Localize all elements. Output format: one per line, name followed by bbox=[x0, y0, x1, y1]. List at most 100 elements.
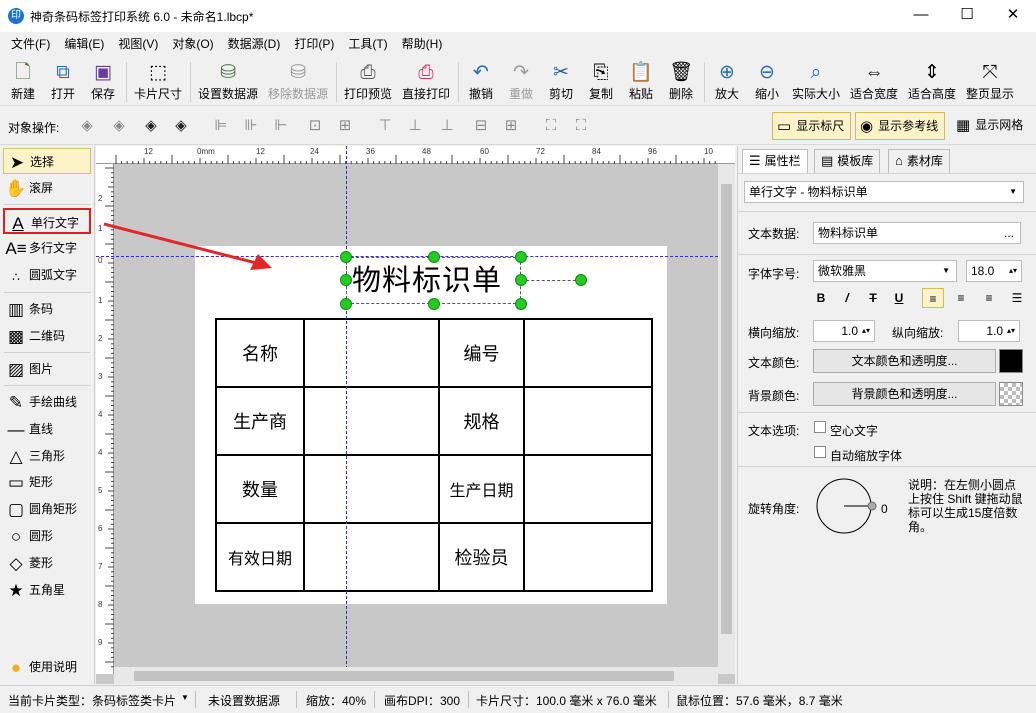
show-ruler-toggle[interactable]: ▭ 显示标尺 bbox=[772, 112, 852, 140]
align-left-button[interactable]: ≡ bbox=[922, 288, 944, 308]
tab-properties[interactable]: ☰ 属性栏 bbox=[742, 149, 808, 174]
justify-button[interactable]: ☰ bbox=[1006, 288, 1028, 308]
send-backward-icon[interactable]: ◈ bbox=[108, 116, 130, 136]
resize-handle-left[interactable] bbox=[340, 274, 352, 286]
align-center-icon[interactable]: ⊪ bbox=[240, 116, 262, 136]
undo-button[interactable]: ↶ 撤销 bbox=[464, 60, 498, 104]
tool-triangle[interactable]: △ 三角形 bbox=[3, 443, 91, 469]
minimize-button[interactable]: — bbox=[898, 0, 944, 32]
menu-file[interactable]: 文件(F) bbox=[4, 33, 57, 55]
tool-diamond[interactable]: ◇ 菱形 bbox=[3, 550, 91, 576]
tool-round-rectangle[interactable]: ▢ 圆角矩形 bbox=[3, 496, 91, 522]
card-size-button[interactable]: ⬚ 卡片尺寸 bbox=[132, 60, 184, 104]
tool-star[interactable]: ★ 五角星 bbox=[3, 577, 91, 603]
resize-handle-right[interactable] bbox=[515, 274, 527, 286]
underline-button[interactable]: U bbox=[888, 288, 910, 308]
fit-width-button[interactable]: ⇔ 适合宽度 bbox=[848, 60, 900, 104]
tool-qrcode[interactable]: ▩ 二维码 bbox=[3, 323, 91, 349]
tool-rectangle[interactable]: ▭ 矩形 bbox=[3, 469, 91, 495]
auto-shrink-checkbox[interactable] bbox=[814, 446, 826, 458]
space-horizontal-icon[interactable]: ⊞ bbox=[334, 116, 356, 136]
send-to-back-icon[interactable]: ◈ bbox=[170, 116, 192, 136]
object-select-dropdown[interactable]: 单行文字 - 物料标识单 ▼ bbox=[744, 181, 1024, 203]
tool-single-line-text[interactable]: A 单行文字 bbox=[3, 208, 91, 234]
label-table[interactable]: 名称 编号 生产商 规格 数量 生产日期 有效日期 检验员 bbox=[215, 318, 653, 592]
font-size-input[interactable]: 18.0 ▴▾ bbox=[966, 260, 1022, 282]
resize-handle-bottom-left[interactable] bbox=[340, 298, 352, 310]
align-middle-icon[interactable]: ⊥ bbox=[404, 116, 426, 136]
tool-scroll[interactable]: ✋ 滚屏 bbox=[3, 175, 91, 201]
zoom-in-button[interactable]: ⊕ 放大 bbox=[710, 60, 744, 104]
remove-datasource-button[interactable]: ⛁ 移除数据源 bbox=[266, 60, 330, 104]
bring-forward-icon[interactable]: ◈ bbox=[76, 116, 98, 136]
menu-edit[interactable]: 编辑(E) bbox=[57, 33, 111, 55]
tool-circle[interactable]: ○ 圆形 bbox=[3, 523, 91, 549]
resize-handle-bottom-right[interactable] bbox=[515, 298, 527, 310]
cut-button[interactable]: ✂ 剪切 bbox=[544, 60, 578, 104]
resize-handle-top[interactable] bbox=[428, 251, 440, 263]
tool-multi-line-text[interactable]: A≡ 多行文字 bbox=[3, 235, 91, 261]
chevron-down-icon[interactable]: ▼ bbox=[181, 693, 189, 702]
vertical-guide-line[interactable] bbox=[346, 146, 347, 684]
menu-datasource[interactable]: 数据源(D) bbox=[221, 33, 288, 55]
spinner-icon[interactable]: ▴▾ bbox=[1009, 261, 1017, 281]
tool-image[interactable]: ▨ 图片 bbox=[3, 356, 91, 382]
vertical-scrollbar-thumb[interactable] bbox=[721, 184, 732, 634]
actual-size-button[interactable]: ⌕ 实际大小 bbox=[790, 60, 842, 104]
fit-height-button[interactable]: ⇕ 适合高度 bbox=[906, 60, 958, 104]
spinner-icon[interactable]: ▴▾ bbox=[862, 321, 870, 341]
new-button[interactable]: 🗋 新建 bbox=[6, 60, 40, 104]
fit-page-button[interactable]: ⤧ 整页显示 bbox=[964, 60, 1016, 104]
text-data-input[interactable]: 物料标识单... bbox=[813, 222, 1021, 244]
rotation-handle[interactable] bbox=[575, 274, 587, 286]
hollow-text-checkbox[interactable] bbox=[814, 421, 826, 433]
maximize-button[interactable]: ☐ bbox=[944, 0, 990, 32]
horizontal-scrollbar[interactable] bbox=[114, 667, 718, 684]
align-right-button[interactable]: ≡ bbox=[978, 288, 1000, 308]
show-grid-toggle[interactable]: ▦ 显示网格 bbox=[952, 112, 1029, 140]
menu-view[interactable]: 视图(V) bbox=[111, 33, 165, 55]
h-scale-input[interactable]: 1.0 ▴▾ bbox=[813, 320, 875, 342]
close-button[interactable]: ✕ bbox=[990, 0, 1036, 32]
help-button[interactable]: ● 使用说明 bbox=[3, 654, 91, 680]
tool-barcode[interactable]: ▥ 条码 bbox=[3, 296, 91, 322]
bg-color-swatch[interactable] bbox=[999, 382, 1023, 406]
tool-line[interactable]: — 直线 bbox=[3, 416, 91, 442]
show-guides-toggle[interactable]: ◉ 显示参考线 bbox=[855, 112, 946, 140]
more-button[interactable]: ... bbox=[1004, 223, 1014, 243]
distribute-vertical-icon[interactable]: ⊟ bbox=[470, 116, 492, 136]
align-center-button[interactable]: ≡ bbox=[950, 288, 972, 308]
tab-templates[interactable]: ▤ 模板库 bbox=[814, 149, 881, 173]
group-icon[interactable]: ⛶ bbox=[540, 116, 562, 136]
menu-print[interactable]: 打印(P) bbox=[287, 33, 341, 55]
bring-to-front-icon[interactable]: ◈ bbox=[140, 116, 162, 136]
menu-object[interactable]: 对象(O) bbox=[165, 33, 220, 55]
bg-color-button[interactable]: 背景颜色和透明度... bbox=[813, 382, 996, 406]
save-button[interactable]: ▣ 保存 bbox=[86, 60, 120, 104]
tab-materials[interactable]: ⌂ 素材库 bbox=[888, 149, 950, 173]
vertical-scrollbar[interactable] bbox=[718, 164, 735, 674]
font-name-select[interactable]: 微软雅黑 ▼ bbox=[813, 260, 957, 282]
tool-select[interactable]: ➤ 选择 bbox=[3, 148, 91, 174]
horizontal-scrollbar-thumb[interactable] bbox=[134, 671, 674, 681]
open-button[interactable]: ⧉ 打开 bbox=[46, 60, 80, 104]
delete-button[interactable]: 🗑 删除 bbox=[664, 60, 698, 104]
copy-button[interactable]: ⎘ 复制 bbox=[584, 60, 618, 104]
spinner-icon[interactable]: ▴▾ bbox=[1007, 321, 1015, 341]
align-right-icon[interactable]: ⊩ bbox=[270, 116, 292, 136]
resize-handle-top-left[interactable] bbox=[340, 251, 352, 263]
menu-tools[interactable]: 工具(T) bbox=[341, 33, 394, 55]
paste-button[interactable]: 📋 粘贴 bbox=[624, 60, 658, 104]
text-color-button[interactable]: 文本颜色和透明度... bbox=[813, 349, 996, 373]
ungroup-icon[interactable]: ⛶ bbox=[570, 116, 592, 136]
align-bottom-icon[interactable]: ⊥ bbox=[436, 116, 458, 136]
rotation-dial[interactable] bbox=[816, 478, 890, 536]
align-left-icon[interactable]: ⊫ bbox=[210, 116, 232, 136]
text-color-swatch[interactable] bbox=[999, 349, 1023, 373]
print-preview-button[interactable]: ⎙ 打印预览 bbox=[342, 60, 394, 104]
space-vertical-icon[interactable]: ⊞ bbox=[500, 116, 522, 136]
bold-button[interactable]: B bbox=[810, 288, 832, 308]
tool-arc-text[interactable]: ∴ 圆弧文字 bbox=[3, 262, 91, 288]
v-scale-input[interactable]: 1.0 ▴▾ bbox=[958, 320, 1020, 342]
menu-help[interactable]: 帮助(H) bbox=[395, 33, 450, 55]
